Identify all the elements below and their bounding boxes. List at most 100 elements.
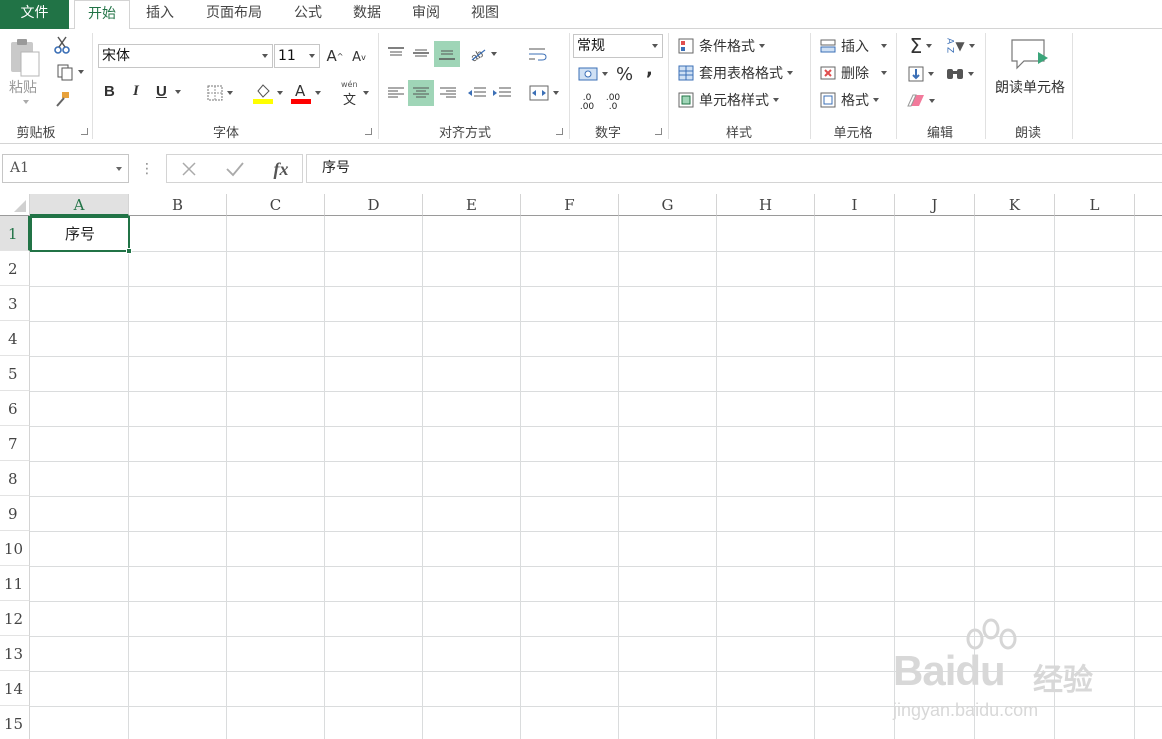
decrease-indent-icon[interactable] bbox=[466, 81, 488, 105]
clear-icon[interactable] bbox=[904, 89, 938, 113]
decrease-font-icon[interactable]: Av bbox=[351, 48, 367, 66]
grid-line bbox=[814, 216, 815, 739]
more-options-icon[interactable]: ⋮ bbox=[140, 160, 154, 178]
row-header-4[interactable]: 4 bbox=[0, 321, 30, 356]
row-header-14[interactable]: 14 bbox=[0, 671, 30, 706]
row-header-13[interactable]: 13 bbox=[0, 636, 30, 671]
row-header-11[interactable]: 11 bbox=[0, 566, 30, 601]
font-size-dropdown[interactable]: 11 bbox=[274, 44, 320, 68]
row-header-8[interactable]: 8 bbox=[0, 461, 30, 496]
paste-dropdown-icon[interactable] bbox=[21, 99, 31, 105]
align-left-icon[interactable] bbox=[384, 81, 408, 105]
bold-button[interactable]: B bbox=[104, 83, 115, 100]
increase-indent-icon[interactable] bbox=[491, 81, 513, 105]
accounting-format-icon[interactable] bbox=[574, 63, 612, 85]
cell-styles-button[interactable]: 单元格样式 bbox=[677, 90, 779, 110]
tab-data[interactable]: 数据 bbox=[341, 0, 393, 29]
column-header-f[interactable]: F bbox=[521, 194, 619, 216]
insert-function-icon[interactable]: fx bbox=[269, 157, 293, 181]
read-cells-icon[interactable] bbox=[1008, 37, 1048, 73]
delete-cells-button[interactable]: 删除 bbox=[819, 63, 887, 83]
increase-decimal-icon[interactable]: .0.00 bbox=[576, 91, 598, 115]
font-color-icon[interactable]: A bbox=[288, 81, 324, 105]
underline-button[interactable]: U bbox=[156, 83, 181, 100]
column-header-g[interactable]: G bbox=[619, 194, 717, 216]
row-header-15[interactable]: 15 bbox=[0, 706, 30, 739]
autosum-icon[interactable]: Σ bbox=[904, 34, 938, 58]
column-header-d[interactable]: D bbox=[325, 194, 423, 216]
align-top-icon[interactable] bbox=[384, 41, 408, 65]
column-header-h[interactable]: H bbox=[717, 194, 815, 216]
decrease-decimal-icon[interactable]: .00.0 bbox=[602, 91, 624, 115]
align-center-icon[interactable] bbox=[408, 80, 434, 106]
read-cells-button[interactable]: 朗读单元格 bbox=[990, 77, 1070, 97]
row-header-9[interactable]: 9 bbox=[0, 496, 30, 531]
row-header-1[interactable]: 1 bbox=[0, 216, 30, 251]
column-header-b[interactable]: B bbox=[129, 194, 227, 216]
align-bottom-icon[interactable] bbox=[434, 41, 460, 67]
find-select-icon[interactable] bbox=[942, 62, 978, 86]
fill-color-icon[interactable] bbox=[250, 81, 286, 105]
column-header-i[interactable]: I bbox=[815, 194, 895, 216]
align-middle-icon[interactable] bbox=[409, 41, 433, 65]
orientation-icon[interactable]: ab bbox=[466, 43, 500, 65]
row-header-10[interactable]: 10 bbox=[0, 531, 30, 566]
select-all-button[interactable] bbox=[0, 194, 30, 216]
format-painter-icon[interactable] bbox=[52, 89, 72, 109]
paste-icon[interactable] bbox=[8, 37, 42, 79]
column-header-j[interactable]: J bbox=[895, 194, 975, 216]
increase-font-icon[interactable]: A ^ bbox=[326, 46, 344, 66]
align-right-icon[interactable] bbox=[436, 81, 460, 105]
column-header-a[interactable]: A bbox=[30, 194, 129, 216]
font-launcher-icon[interactable] bbox=[365, 128, 372, 135]
clipboard-launcher-icon[interactable] bbox=[81, 128, 88, 135]
tab-page-layout[interactable]: 页面布局 bbox=[194, 0, 274, 29]
column-header-k[interactable]: K bbox=[975, 194, 1055, 216]
cut-icon[interactable] bbox=[52, 35, 72, 55]
paste-button[interactable]: 粘贴 bbox=[9, 77, 37, 97]
number-format-dropdown[interactable]: 常规 bbox=[573, 34, 663, 58]
fill-handle[interactable] bbox=[126, 248, 132, 254]
wrap-text-icon[interactable] bbox=[526, 43, 550, 67]
row-header-5[interactable]: 5 bbox=[0, 356, 30, 391]
grid-line bbox=[226, 216, 227, 739]
enter-icon[interactable] bbox=[225, 159, 245, 179]
column-header-l[interactable]: L bbox=[1055, 194, 1135, 216]
percent-button[interactable]: % bbox=[616, 64, 633, 85]
insert-cells-button[interactable]: 插入 bbox=[819, 36, 887, 56]
copy-icon[interactable] bbox=[52, 62, 88, 82]
worksheet-grid: A B C D E F G H I J K L 1 2 3 4 5 6 7 8 … bbox=[0, 194, 1162, 739]
italic-button[interactable]: I bbox=[133, 83, 139, 100]
cell-a1[interactable]: 序号 bbox=[30, 216, 132, 254]
fill-down-icon[interactable] bbox=[904, 62, 938, 86]
font-name-dropdown[interactable]: 宋体 bbox=[98, 44, 273, 68]
merge-center-icon[interactable] bbox=[526, 81, 562, 105]
tab-formulas[interactable]: 公式 bbox=[282, 0, 334, 29]
grid-line bbox=[520, 216, 521, 739]
format-as-table-button[interactable]: 套用表格格式 bbox=[677, 63, 793, 83]
column-header-c[interactable]: C bbox=[227, 194, 325, 216]
formula-input[interactable]: 序号 bbox=[306, 154, 1162, 183]
conditional-formatting-button[interactable]: 条件格式 bbox=[677, 36, 765, 56]
sort-filter-icon[interactable]: A Z ▼ bbox=[942, 34, 978, 58]
row-header-7[interactable]: 7 bbox=[0, 426, 30, 461]
tab-file[interactable]: 文件 bbox=[0, 0, 69, 29]
number-launcher-icon[interactable] bbox=[655, 128, 662, 135]
format-cells-button[interactable]: 格式 bbox=[819, 90, 879, 110]
name-box[interactable]: A1 bbox=[2, 154, 129, 183]
tab-view[interactable]: 视图 bbox=[459, 0, 511, 29]
alignment-launcher-icon[interactable] bbox=[556, 128, 563, 135]
border-icon[interactable] bbox=[202, 84, 238, 102]
phonetic-icon[interactable]: wén 文 bbox=[337, 80, 373, 108]
row-header-6[interactable]: 6 bbox=[0, 391, 30, 426]
tab-insert[interactable]: 插入 bbox=[134, 0, 186, 29]
group-separator bbox=[896, 33, 897, 139]
column-header-e[interactable]: E bbox=[423, 194, 521, 216]
row-header-2[interactable]: 2 bbox=[0, 251, 30, 286]
tab-home[interactable]: 开始 bbox=[74, 0, 130, 30]
tab-review[interactable]: 审阅 bbox=[400, 0, 452, 29]
row-header-12[interactable]: 12 bbox=[0, 601, 30, 636]
row-header-3[interactable]: 3 bbox=[0, 286, 30, 321]
comma-button[interactable]: , bbox=[646, 59, 653, 80]
cancel-icon[interactable] bbox=[179, 159, 199, 179]
